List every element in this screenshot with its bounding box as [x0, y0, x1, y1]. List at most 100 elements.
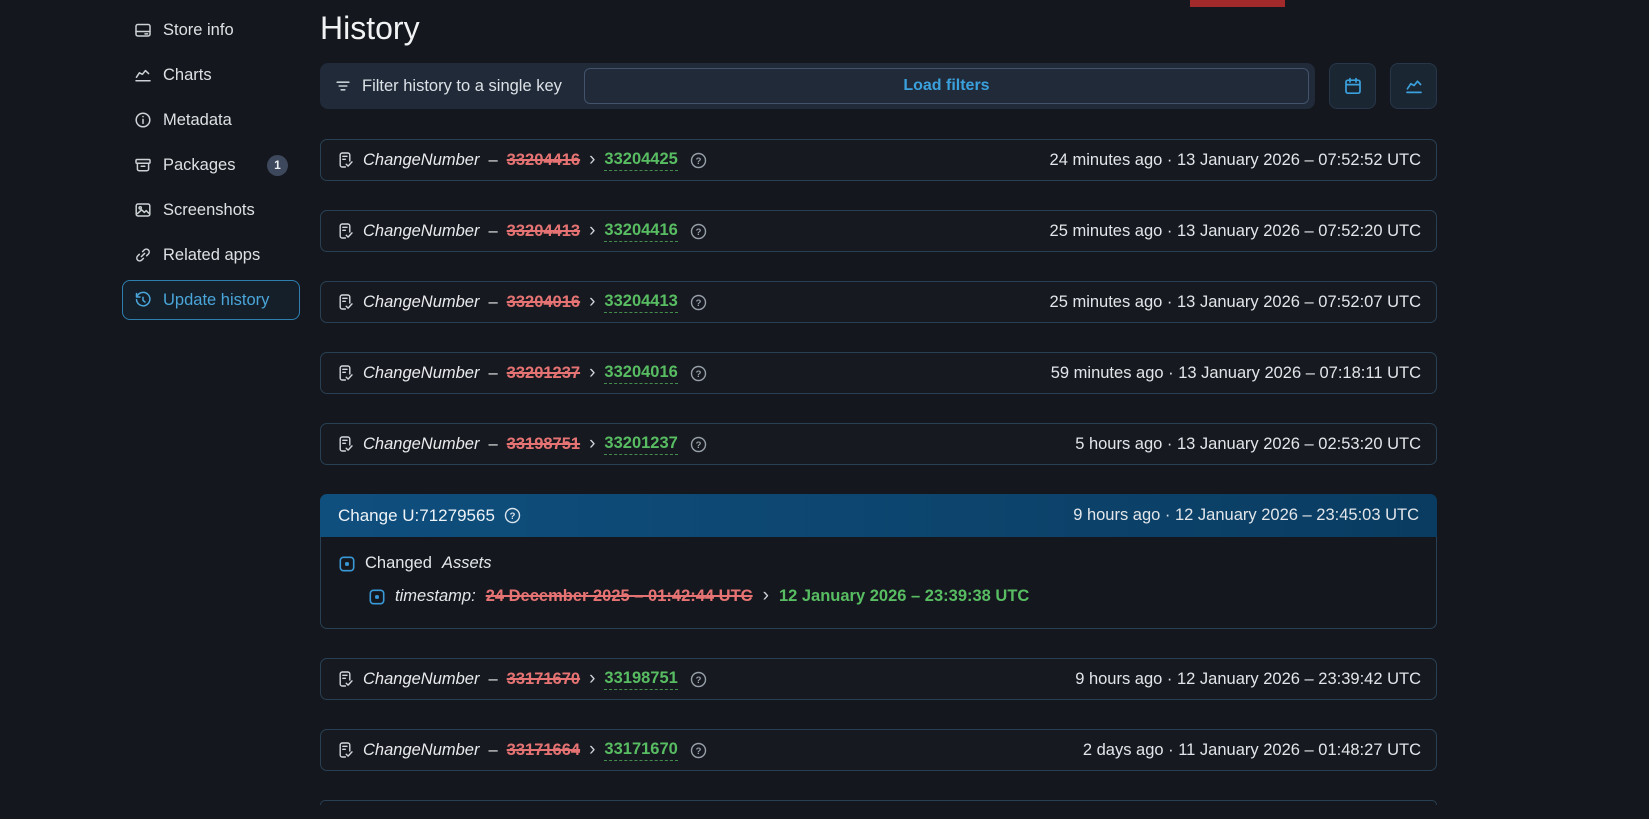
arrow-separator: ›	[762, 585, 769, 606]
line-chart-icon	[1405, 80, 1422, 94]
update-history-icon	[135, 291, 151, 307]
history-row: ChangeNumber – 33171664 › 33171670 ? 2 d…	[320, 729, 1437, 771]
load-filters-button[interactable]: Load filters	[903, 77, 989, 95]
change-group-title: Change U:71279565	[338, 505, 495, 525]
row-change: ChangeNumber – 33171664 › 33171670 ?	[336, 740, 707, 761]
sidebar-item-metadata[interactable]: Metadata	[122, 100, 300, 140]
dash-separator: –	[488, 669, 498, 688]
packages-icon	[135, 158, 151, 172]
svg-text:?: ?	[695, 298, 701, 309]
help-icon[interactable]: ?	[690, 742, 707, 759]
history-row: ChangeNumber – 33198751 › 33201237 ? 5 h…	[320, 423, 1437, 465]
sidebar-item-store-info[interactable]: Store info	[122, 10, 300, 50]
row-change: ChangeNumber – 33204016 › 33204413 ?	[336, 292, 707, 313]
row-timestamp: 25 minutes ago · 13 January 2026 – 07:52…	[1049, 292, 1421, 311]
svg-text:?: ?	[695, 440, 701, 451]
dash-separator: –	[488, 292, 498, 311]
svg-text:?: ?	[695, 675, 701, 686]
history-row: ChangeNumber – 33204416 › 33204425 ? 24 …	[320, 139, 1437, 181]
sidebar-item-related-apps[interactable]: Related apps	[122, 235, 300, 275]
row-change: ChangeNumber – 33204413 › 33204416 ?	[336, 221, 707, 242]
change-group: Change U:71279565 ? 9 hours ago · 12 Jan…	[320, 494, 1437, 629]
filter-label: Filter history to a single key	[362, 76, 562, 95]
sidebar-item-label: Update history	[163, 290, 270, 309]
change-field: ChangeNumber	[363, 150, 480, 169]
sidebar-item-update-history[interactable]: Update history	[122, 280, 300, 320]
change-field: ChangeNumber	[363, 221, 480, 240]
file-check-icon	[339, 742, 353, 758]
change-field: ChangeNumber	[363, 669, 480, 688]
row-change: ChangeNumber – 33198751 › 33201237 ?	[336, 434, 707, 455]
new-value-link[interactable]: 33204416	[604, 221, 678, 242]
new-value-link[interactable]: 33204425	[604, 150, 678, 171]
arrow-separator: ›	[589, 290, 596, 312]
arrow-separator: ›	[589, 361, 596, 383]
row-change: ChangeNumber – 33171670 › 33198751 ?	[336, 669, 707, 690]
filter-key-select[interactable]: Load filters	[583, 68, 1309, 104]
arrow-separator: ›	[589, 219, 596, 241]
new-value-link[interactable]: 33201237	[604, 434, 678, 455]
change-field: ChangeNumber	[363, 292, 480, 311]
sidebar-item-label: Screenshots	[163, 200, 255, 219]
packages-count-badge: 1	[267, 154, 288, 176]
square-dot-icon	[339, 555, 355, 571]
arrow-separator: ›	[589, 738, 596, 760]
row-change: ChangeNumber – 33204416 › 33204425 ?	[336, 150, 707, 171]
screenshots-icon	[135, 203, 151, 217]
history-row: ChangeNumber – 33204016 › 33204413 ? 25 …	[320, 281, 1437, 323]
sidebar-item-charts[interactable]: Charts	[122, 55, 300, 95]
main-content: History Filter history to a single key L…	[320, 0, 1437, 805]
filter-bar: Filter history to a single key Load filt…	[320, 63, 1315, 109]
help-icon[interactable]: ?	[690, 436, 707, 453]
charts-icon	[135, 69, 151, 82]
row-timestamp: 25 minutes ago · 13 January 2026 – 07:52…	[1049, 221, 1421, 240]
arrow-separator: ›	[589, 432, 596, 454]
old-value: 33171670	[506, 669, 581, 688]
changed-timestamp-line: timestamp: 24 December 2025 – 01:42:44 U…	[369, 586, 1418, 607]
old-value: 33201237	[506, 363, 581, 382]
help-icon[interactable]: ?	[690, 223, 707, 240]
history-row: ChangeNumber – 33204413 › 33204416 ? 25 …	[320, 210, 1437, 252]
change-group-timestamp: 9 hours ago · 12 January 2026 – 23:45:03…	[1073, 506, 1419, 524]
sidebar-item-screenshots[interactable]: Screenshots	[122, 190, 300, 230]
sidebar-item-label: Store info	[163, 20, 234, 39]
new-value-link[interactable]: 33198751	[604, 669, 678, 690]
old-value: 33198751	[506, 434, 581, 453]
help-icon[interactable]: ?	[504, 507, 521, 524]
sidebar: Store info Charts Metadata Packages 1 Sc…	[122, 10, 300, 325]
new-value-link[interactable]: 33171670	[604, 740, 678, 761]
sidebar-item-label: Metadata	[163, 110, 232, 129]
file-check-icon	[339, 671, 353, 687]
calendar-button[interactable]	[1329, 63, 1376, 109]
new-value-link[interactable]: 33204413	[604, 292, 678, 313]
svg-text:?: ?	[510, 511, 516, 522]
row-timestamp: 2 days ago · 11 January 2026 – 01:48:27 …	[1082, 740, 1421, 759]
change-group-header: Change U:71279565 ? 9 hours ago · 12 Jan…	[320, 494, 1437, 537]
arrow-separator: ›	[589, 667, 596, 689]
square-dot-icon	[369, 588, 385, 604]
change-field: ChangeNumber	[363, 434, 480, 453]
change-group-title-wrap: Change U:71279565 ?	[338, 506, 521, 526]
dash-separator: –	[488, 221, 498, 240]
row-timestamp: 59 minutes ago · 13 January 2026 – 07:18…	[1050, 363, 1421, 382]
help-icon[interactable]: ?	[690, 365, 707, 382]
sidebar-item-label: Charts	[163, 65, 212, 84]
chart-view-button[interactable]	[1390, 63, 1437, 109]
help-icon[interactable]: ?	[690, 671, 707, 688]
svg-text:?: ?	[695, 156, 701, 167]
svg-text:?: ?	[695, 746, 701, 757]
file-check-icon	[339, 436, 353, 452]
change-group-body: Changed Assets timestamp: 24 December 20…	[320, 537, 1437, 629]
help-icon[interactable]: ?	[690, 294, 707, 311]
row-change: ChangeNumber – 33201237 › 33204016 ?	[336, 363, 707, 384]
svg-text:?: ?	[695, 369, 701, 380]
svg-text:?: ?	[695, 227, 701, 238]
new-value-link[interactable]: 33204016	[604, 363, 678, 384]
help-icon[interactable]: ?	[690, 152, 707, 169]
row-timestamp: 24 minutes ago · 13 January 2026 – 07:52…	[1049, 150, 1421, 169]
changed-assets-line: Changed Assets	[339, 554, 1418, 573]
sub-field-label: timestamp:	[395, 587, 476, 605]
file-check-icon	[339, 365, 353, 381]
sidebar-item-packages[interactable]: Packages 1	[122, 145, 300, 185]
changed-label: Changed	[365, 554, 432, 572]
